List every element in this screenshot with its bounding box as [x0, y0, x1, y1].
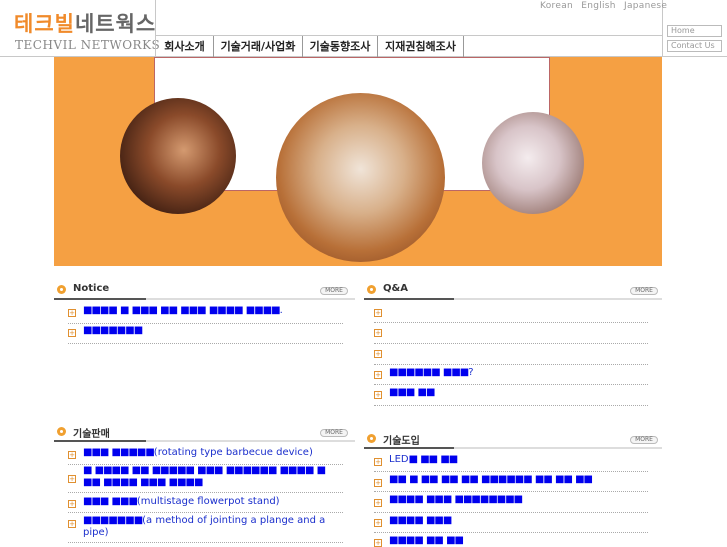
tech-sale-title: 기술판매: [73, 429, 110, 440]
tech-sale-item[interactable]: ■ ■■■■ ■■ ■■■■■ ■■■ ■■■■■■ ■■■■ ■: [83, 465, 326, 476]
qa-title: Q&A: [383, 283, 408, 294]
logo-english: TECHVIL NETWORKS: [15, 38, 161, 52]
tech-sale-item-cont[interactable]: pipe): [83, 527, 109, 538]
tech-intro-item[interactable]: ■■ ■ ■■ ■■ ■■ ■■■■■■ ■■ ■■ ■■: [389, 474, 593, 485]
row-divider: [68, 492, 343, 493]
tech-sale-item[interactable]: ■■■■■■■(a method of jointing a plange an…: [83, 515, 325, 526]
qa-title-line: [364, 298, 662, 300]
tech-intro-more-button[interactable]: MORE: [630, 436, 658, 444]
logo[interactable]: 테크빌네트웍스: [14, 8, 156, 38]
tech-sale-item[interactable]: ■■■ ■■■■■(rotating type barbecue device): [83, 447, 313, 458]
plus-icon: +: [374, 371, 382, 379]
row-divider: [374, 532, 648, 533]
plus-icon: +: [374, 479, 382, 487]
tech-intro-title-line: [364, 447, 662, 449]
notice-title-line: [54, 298, 355, 300]
plus-icon: +: [68, 451, 76, 459]
plus-icon: +: [374, 519, 382, 527]
tech-sale-item-cont[interactable]: ■■ ■■■■ ■■■ ■■■■: [83, 477, 203, 488]
plus-icon: +: [374, 458, 382, 466]
row-divider: [374, 491, 648, 492]
hero-photo-woman-phone: [120, 98, 236, 214]
qa-more-button[interactable]: MORE: [630, 287, 658, 295]
tech-intro-item[interactable]: LED■ ■■ ■■: [389, 454, 458, 465]
notice-more-button[interactable]: MORE: [320, 287, 348, 295]
qa-item[interactable]: ■■■ ■■: [389, 387, 435, 398]
qa-item[interactable]: ■■■■■■ ■■■?: [389, 367, 474, 378]
tech-intro-item[interactable]: ■■■■ ■■ ■■: [389, 535, 464, 546]
contact-button[interactable]: Contact Us: [667, 40, 722, 52]
tech-intro-item[interactable]: ■■■■ ■■■: [389, 515, 452, 526]
row-divider: [374, 405, 648, 406]
plus-icon: +: [374, 350, 382, 358]
logo-korean-b: 네트웍스: [74, 12, 157, 36]
tech-sale-more-button[interactable]: MORE: [320, 429, 348, 437]
tech-sale-title-line: [54, 440, 355, 442]
row-divider: [68, 512, 343, 513]
row-divider: [68, 542, 343, 543]
plus-icon: +: [68, 475, 76, 483]
row-divider: [374, 471, 648, 472]
row-divider: [374, 512, 648, 513]
row-divider: [68, 323, 343, 324]
plus-icon: +: [374, 391, 382, 399]
plus-icon: +: [374, 539, 382, 547]
plus-icon: +: [374, 309, 382, 317]
plus-icon: +: [68, 329, 76, 337]
section-bullet-icon: [367, 285, 376, 294]
notice-title: Notice: [73, 283, 110, 294]
notice-item[interactable]: ■■■■ ■ ■■■ ■■ ■■■ ■■■■ ■■■■.: [83, 305, 283, 316]
tech-intro-title: 기술도입: [383, 436, 420, 447]
hero-photo-businesswoman: [482, 112, 584, 214]
row-divider: [374, 322, 648, 323]
main-nav: 회사소개 기술거래/사업화 기술동향조사 지재권침해조사: [156, 36, 464, 57]
nav-item-tech-trend[interactable]: 기술동향조사: [303, 36, 378, 57]
lang-korean[interactable]: Korean: [540, 1, 573, 11]
lang-japanese[interactable]: Japanese: [624, 1, 667, 11]
plus-icon: +: [374, 329, 382, 337]
plus-icon: +: [374, 499, 382, 507]
nav-item-ip-survey[interactable]: 지재권침해조사: [378, 36, 464, 57]
lang-english[interactable]: English: [581, 1, 616, 11]
row-divider: [68, 343, 343, 344]
row-divider: [374, 343, 648, 344]
row-divider: [374, 384, 648, 385]
row-divider: [374, 364, 648, 365]
nav-item-tech-trade[interactable]: 기술거래/사업화: [214, 36, 303, 57]
nav-item-company[interactable]: 회사소개: [156, 36, 214, 57]
hero-banner: [54, 57, 662, 266]
tech-sale-item[interactable]: ■■■ ■■■(multistage flowerpot stand): [83, 496, 280, 507]
hero-photo-meeting: [276, 93, 445, 262]
section-bullet-icon: [57, 285, 66, 294]
plus-icon: +: [68, 309, 76, 317]
plus-icon: +: [68, 520, 76, 528]
home-button[interactable]: Home: [667, 25, 722, 37]
section-bullet-icon: [367, 434, 376, 443]
logo-korean-a: 테크빌: [14, 12, 75, 36]
tech-intro-item[interactable]: ■■■■ ■■■ ■■■■■■■■: [389, 494, 523, 505]
plus-icon: +: [68, 500, 76, 508]
notice-item[interactable]: ■■■■■■■: [83, 325, 143, 336]
section-bullet-icon: [57, 427, 66, 436]
language-menu: Korean English Japanese: [540, 1, 672, 11]
